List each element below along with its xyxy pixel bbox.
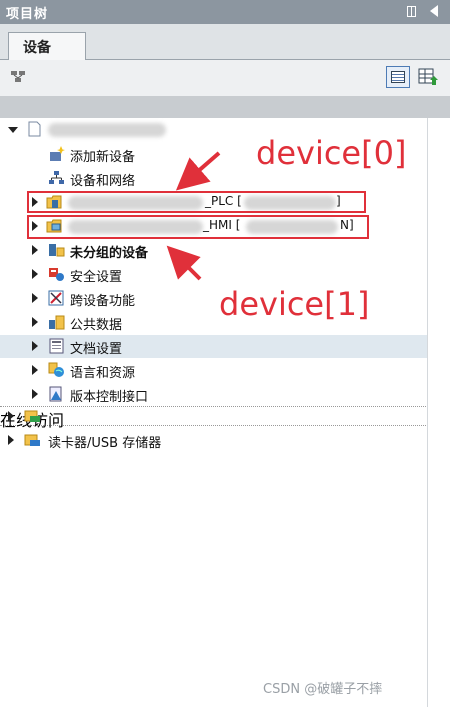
annotation-box-device-1: [27, 215, 369, 239]
panel-title-bar: 项目树: [0, 0, 450, 24]
tree-row-card-reader-usb[interactable]: 读卡器/USB 存储器: [0, 429, 427, 452]
cross-device-functions-icon: [48, 290, 64, 306]
tree-item-label: 版本控制接口: [70, 390, 149, 405]
tree-item-label: 文档设置: [70, 342, 123, 357]
annotation-box-device-0: [27, 191, 366, 213]
watermark: CSDN @破罐子不摔: [263, 682, 383, 697]
tree-header-separator: [0, 96, 450, 118]
card-reader-icon: [24, 434, 40, 446]
pin-icon[interactable]: [407, 6, 416, 17]
annotation-label-device-1: device[1]: [219, 285, 370, 323]
toolbar: [0, 60, 450, 96]
expand-arrow-icon[interactable]: [32, 317, 38, 327]
version-control-icon: [49, 386, 62, 402]
expand-arrow-icon[interactable]: [32, 389, 38, 399]
tree-item-label: 公共数据: [70, 318, 123, 333]
redacted-project-name: [48, 123, 166, 137]
expand-arrow-icon[interactable]: [32, 365, 38, 375]
tree-right-column-divider: [427, 118, 428, 707]
expand-arrow-icon[interactable]: [8, 411, 14, 421]
tree-item-label: 添加新设备: [70, 150, 136, 165]
tree-item-label: 设备和网络: [70, 174, 136, 189]
collapse-left-icon[interactable]: [430, 5, 438, 17]
globe-icon: [48, 362, 64, 377]
panel-title: 项目树: [6, 7, 49, 22]
online-access-icon: [24, 410, 40, 422]
tree-row-ungrouped-devices[interactable]: 未分组的设备: [0, 239, 427, 262]
expand-arrow-icon[interactable]: [32, 341, 38, 351]
tree-item-label: 读卡器/USB 存储器: [48, 436, 162, 451]
project-document-icon: [28, 121, 41, 137]
tree-row-languages-resources[interactable]: 语言和资源: [0, 359, 427, 382]
expand-arrow-icon[interactable]: [32, 293, 38, 303]
document-settings-icon: [49, 338, 64, 354]
expand-arrow-icon[interactable]: [32, 245, 38, 255]
tree-row-document-settings[interactable]: 文档设置: [0, 335, 427, 358]
tree-item-label: 语言和资源: [70, 366, 136, 381]
expand-arrow-icon[interactable]: [32, 269, 38, 279]
tree-row-online-access[interactable]: 在线访问: [0, 406, 426, 430]
network-icon: [49, 171, 64, 184]
table-export-icon[interactable]: [416, 66, 440, 88]
expand-arrow-icon[interactable]: [8, 435, 14, 445]
ungrouped-devices-icon: [49, 244, 65, 257]
detail-view-button[interactable]: [386, 66, 410, 88]
tab-strip: 设备: [0, 24, 450, 60]
annotation-label-device-0: device[0]: [256, 134, 407, 172]
common-data-icon: [49, 315, 65, 330]
tab-devices[interactable]: 设备: [8, 32, 86, 60]
network-config-icon[interactable]: [10, 70, 26, 84]
tree-row-version-control[interactable]: 版本控制接口: [0, 383, 427, 406]
tree-item-label: 安全设置: [70, 270, 123, 285]
expand-arrow-icon[interactable]: [8, 127, 18, 133]
tab-devices-label: 设备: [23, 40, 51, 56]
tree-item-label: 跨设备功能: [70, 294, 136, 309]
list-view-icon: [391, 71, 405, 83]
security-settings-icon: [49, 268, 64, 281]
add-device-icon: [50, 146, 65, 161]
tree-row-security-settings[interactable]: 安全设置: [0, 263, 427, 286]
tree-item-label: 未分组的设备: [70, 246, 149, 261]
